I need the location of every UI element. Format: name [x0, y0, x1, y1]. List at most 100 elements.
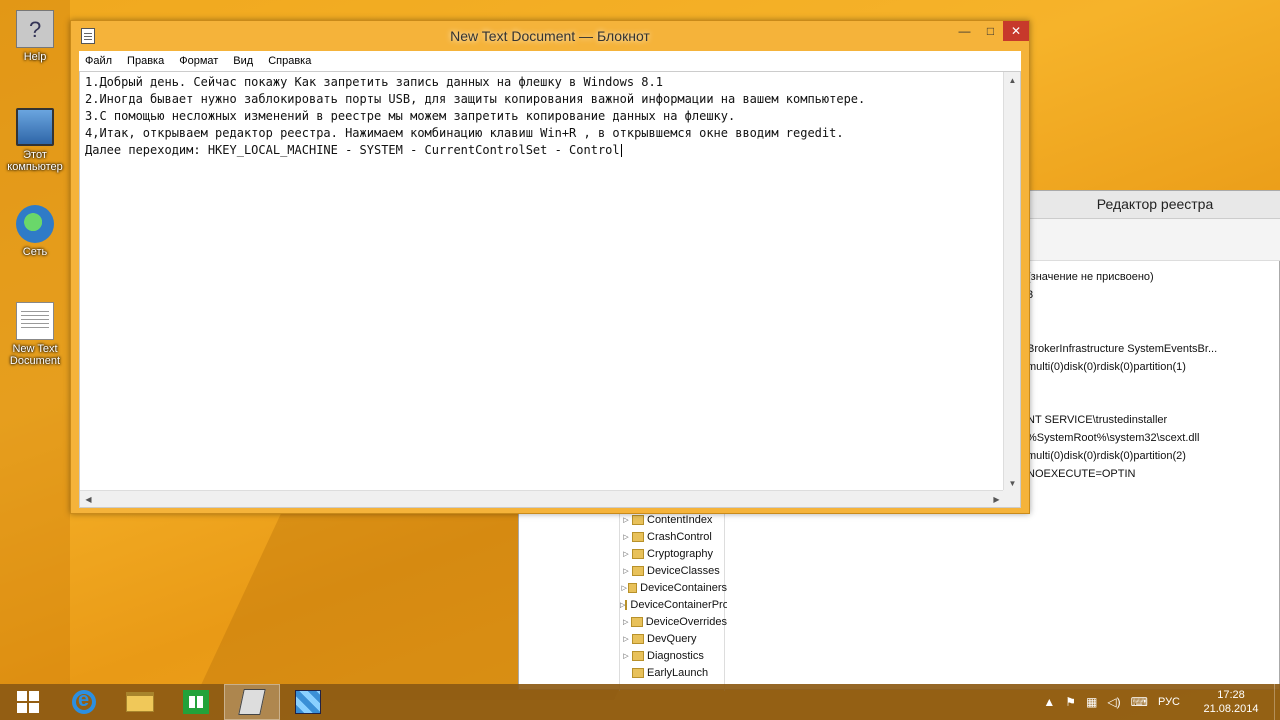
registry-tree-label: DeviceClasses [647, 564, 720, 577]
expand-arrow-icon[interactable]: ▷ [620, 567, 632, 575]
menu-view[interactable]: Вид [231, 55, 255, 67]
volume-icon[interactable]: ◁) [1107, 695, 1120, 709]
folder-icon [632, 548, 644, 559]
registry-tree-label: DevQuery [647, 632, 697, 645]
folder-icon [632, 565, 644, 576]
registry-tree-item[interactable]: ▷ DevQuery [620, 630, 727, 647]
registry-tree-label: ContentIndex [647, 513, 713, 526]
desktop-icon-label: Этот компьютер [7, 149, 63, 173]
folder-icon [628, 582, 638, 593]
expand-arrow-icon[interactable]: ▷ [620, 516, 632, 524]
network-icon [16, 205, 54, 243]
registry-tree-item[interactable]: ▷ DeviceClasses [620, 562, 727, 579]
clock-date: 21.08.2014 [1203, 703, 1259, 715]
registry-editor-titlebar[interactable]: Редактор реестра [1029, 191, 1280, 219]
registry-tree-label: CrashControl [647, 530, 712, 543]
registry-tree-label: Cryptography [647, 547, 714, 560]
desktop-icon-label: Help [23, 51, 47, 63]
folder-icon [632, 531, 644, 542]
folder-icon [625, 599, 628, 610]
desktop-icon-text-document[interactable]: New Text Document [0, 302, 70, 367]
show-hidden-icons-icon[interactable]: ▲ [1043, 695, 1055, 709]
scrollbar-corner [1003, 490, 1020, 507]
document-text[interactable]: 1.Добрый день. Сейчас покажу Как запрети… [85, 74, 1005, 159]
registry-tree-item[interactable]: ▷ Diagnostics [620, 647, 727, 664]
menu-edit[interactable]: Правка [125, 55, 166, 67]
menu-file[interactable]: Файл [83, 55, 114, 67]
taskbar-store[interactable] [168, 684, 224, 720]
file-explorer-icon [126, 692, 154, 712]
close-button[interactable]: ✕ [1003, 21, 1029, 41]
folder-icon [631, 616, 643, 627]
registry-tree: ▷ ContentIndex ▷ CrashControl ▷ Cryptograph… [619, 511, 727, 691]
folder-icon [632, 633, 644, 644]
text-line: Далее переходим: HKEY_LOCAL_MACHINE - SY… [85, 143, 620, 157]
minimize-button[interactable]: — [951, 21, 978, 41]
clock[interactable]: 17:28 21.08.2014 [1196, 688, 1266, 716]
registry-value[interactable]: multi(0)disk(0)rdisk(0)partition(1) [1027, 361, 1186, 373]
registry-value[interactable]: (значение не присвоено) [1027, 271, 1154, 283]
scroll-up-icon[interactable]: ▲ [1004, 72, 1021, 89]
network-icon[interactable]: ▦ [1086, 695, 1097, 709]
registry-value[interactable]: NT SERVICE\trustedinstaller [1027, 414, 1167, 426]
expand-arrow-icon[interactable]: ▷ [620, 635, 632, 643]
show-desktop-button[interactable] [1274, 684, 1280, 720]
menu-bar: Файл Правка Формат Вид Справка [79, 51, 1021, 71]
text-line: 1.Добрый день. Сейчас покажу Как запрети… [85, 75, 663, 89]
text-line: 4,Итак, открываем редактор реестра. Нажи… [85, 126, 844, 140]
menu-format[interactable]: Формат [177, 55, 220, 67]
registry-editor-icon [295, 690, 321, 714]
start-button[interactable] [0, 684, 56, 720]
registry-value[interactable]: %SystemRoot%\system32\scext.dll [1027, 432, 1199, 444]
notepad-icon [238, 689, 266, 715]
text-line: 2.Иногда бывает нужно заблокировать порт… [85, 92, 866, 106]
expand-arrow-icon[interactable]: ▷ [620, 652, 632, 660]
registry-tree-item[interactable]: ▷ DeviceContainers [620, 579, 727, 596]
notepad-titlebar[interactable]: New Text Document — Блокнот — □ ✕ [71, 21, 1029, 51]
menu-help[interactable]: Справка [266, 55, 313, 67]
expand-arrow-icon[interactable]: ▷ [620, 533, 632, 541]
desktop-icon-this-pc[interactable]: Этот компьютер [0, 108, 70, 173]
desktop-icon-network[interactable]: Сеть [0, 205, 70, 258]
registry-tree-item[interactable]: EarlyLaunch [620, 664, 727, 681]
expand-arrow-icon[interactable]: ▷ [620, 618, 631, 626]
taskbar-registry-editor[interactable] [280, 684, 336, 720]
registry-value[interactable]: NOEXECUTE=OPTIN [1027, 468, 1136, 480]
registry-tree-label: DeviceContainers [640, 581, 727, 594]
registry-tree-label: EarlyLaunch [647, 666, 709, 679]
registry-tree-item[interactable]: ▷ Cryptography [620, 545, 727, 562]
desktop-icon-label: Сеть [22, 246, 48, 258]
horizontal-scrollbar[interactable]: ◀ ▶ [80, 490, 1005, 507]
computer-icon [16, 108, 54, 146]
taskbar-file-explorer[interactable] [112, 684, 168, 720]
registry-tree-label: DeviceContainerPropertyUpdateEvents [630, 598, 727, 611]
folder-icon [632, 650, 644, 661]
registry-value[interactable]: multi(0)disk(0)rdisk(0)partition(2) [1027, 450, 1186, 462]
registry-tree-item[interactable]: ▷ DeviceOverrides [620, 613, 727, 630]
notepad-window[interactable]: New Text Document — Блокнот — □ ✕ Файл П… [70, 20, 1030, 514]
keyboard-icon[interactable]: ⌨ [1131, 695, 1148, 709]
taskbar-internet-explorer[interactable] [56, 684, 112, 720]
folder-icon [632, 514, 644, 525]
expand-arrow-icon[interactable]: ▷ [620, 584, 628, 592]
registry-tree-item[interactable]: ▷ CrashControl [620, 528, 727, 545]
registry-column-header [1029, 219, 1280, 261]
input-language[interactable]: РУС [1158, 696, 1180, 708]
registry-tree-label: Diagnostics [647, 649, 704, 662]
registry-tree-item[interactable]: ▷DeviceContainerPropertyUpdateEvents [620, 596, 727, 613]
text-editor[interactable]: 1.Добрый день. Сейчас покажу Как запрети… [79, 71, 1021, 508]
flag-icon[interactable]: ⚑ [1065, 695, 1076, 709]
desktop-icon-label: New Text Document [9, 343, 61, 367]
expand-arrow-icon[interactable]: ▷ [620, 550, 632, 558]
maximize-button[interactable]: □ [977, 21, 1004, 41]
desktop-icon-help[interactable]: Help [0, 10, 70, 63]
text-line: 3.С помощью несложных изменений в реестр… [85, 109, 736, 123]
text-cursor-icon [620, 144, 622, 157]
text-document-icon [16, 302, 54, 340]
folder-icon [632, 667, 644, 678]
scroll-left-icon[interactable]: ◀ [80, 491, 97, 508]
vertical-scrollbar[interactable]: ▲ ▼ [1003, 72, 1020, 492]
taskbar-notepad[interactable] [224, 684, 280, 720]
windows-logo-icon [17, 691, 39, 713]
registry-value[interactable]: BrokerInfrastructure SystemEventsBr... [1027, 343, 1217, 355]
